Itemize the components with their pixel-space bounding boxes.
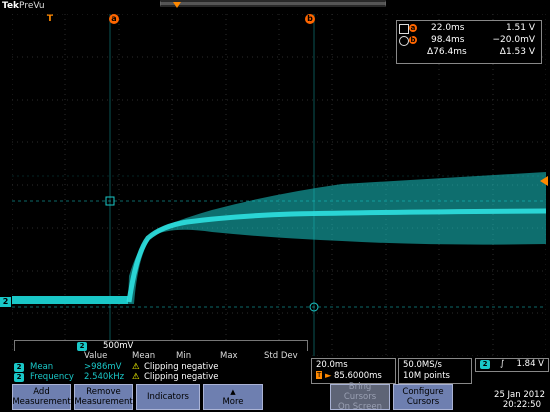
measurement-panel: Value Mean Min Max Std Dev 2 Mean >986mV… — [8, 351, 308, 383]
button-label-2: Measurement — [74, 397, 133, 407]
cursor-b-marker[interactable]: b — [305, 14, 315, 24]
sample-rate: 50.0MS/s — [403, 360, 442, 370]
measurement-status: Clipping negative — [144, 372, 219, 382]
record-length: 10M points — [403, 371, 450, 381]
channel-badge: 2 — [14, 363, 24, 372]
trigger-marker-icon[interactable]: T — [45, 14, 55, 24]
header-std-dev: Std Dev — [264, 351, 298, 361]
measurement-value: 2.540kHz — [84, 372, 125, 382]
remove-measurement-button[interactable]: Remove Measurement — [74, 384, 133, 410]
measurement-row[interactable]: 2 Frequency 2.540kHz ⚠ Clipping negative — [8, 372, 308, 383]
button-label-2: Cursors — [343, 392, 377, 402]
brand-name: Tek — [2, 1, 20, 11]
configure-cursors-button[interactable]: Configure Cursors — [393, 384, 453, 410]
button-label-1: Bring — [348, 382, 372, 392]
chevron-up-icon: ▲ — [230, 388, 236, 396]
brand-label: TekPreVu — [2, 1, 45, 11]
button-label-1: Add — [33, 387, 50, 397]
acquisition-readout[interactable]: 50.0MS/s 10M points — [398, 358, 472, 384]
square-icon — [399, 24, 409, 34]
arrow-right-icon: ► — [325, 371, 332, 381]
date-label: 25 Jan 2012 — [494, 390, 545, 400]
timebase-readout[interactable]: 20.0ms T ► 85.6000ms — [311, 358, 396, 384]
cursor-a-value: 1.51 V — [505, 23, 535, 33]
header-max: Max — [220, 351, 238, 361]
waveform-baseline — [12, 296, 128, 304]
button-label-1: Indicators — [147, 392, 189, 402]
datetime-readout: 25 Jan 2012 20:22:50 — [475, 373, 547, 410]
add-measurement-button[interactable]: Add Measurement — [12, 384, 71, 410]
cursor-b-value: −20.0mV — [492, 35, 535, 45]
channel-badge: 2 — [14, 373, 24, 382]
cursor-a-badge: a — [409, 24, 417, 32]
cursor-a-row: a 22.0ms 1.51 V — [397, 22, 541, 34]
channel-badge: 2 — [77, 342, 87, 351]
waveform-envelope — [128, 172, 546, 304]
time-per-div: 20.0ms — [316, 360, 348, 370]
bring-cursors-on-screen-button[interactable]: Bring Cursors On Screen — [330, 382, 390, 412]
rising-edge-icon: ∫ — [500, 359, 505, 369]
trigger-position-icon — [173, 2, 181, 8]
mode-label: PreVu — [19, 1, 45, 11]
cursor-b-badge: b — [409, 36, 417, 44]
more-button[interactable]: ▲ More — [203, 384, 263, 410]
time-label: 20:22:50 — [502, 400, 541, 410]
trigger-readout[interactable]: 2 ∫ 1.84 V — [475, 358, 549, 372]
indicators-button[interactable]: Indicators — [136, 384, 200, 410]
cursor-delta-row: Δ76.4ms Δ1.53 V — [397, 46, 541, 58]
trigger-position-icon: T — [316, 371, 323, 379]
cursor-delta-value: Δ1.53 V — [499, 47, 535, 57]
button-label-3: On Screen — [337, 402, 382, 412]
trigger-level: 1.84 V — [516, 359, 544, 369]
button-label-1: More — [222, 397, 244, 407]
header-mean: Mean — [132, 351, 156, 361]
button-label-2: Measurement — [12, 397, 71, 407]
measurement-name: Frequency — [30, 372, 74, 382]
trigger-source-badge: 2 — [480, 360, 490, 369]
trigger-level-arrow-icon[interactable] — [540, 176, 548, 186]
circle-icon — [399, 36, 409, 46]
button-label-1: Configure — [402, 387, 444, 397]
record-overview-bar — [160, 0, 386, 7]
cursor-readout-panel: a 22.0ms 1.51 V b 98.4ms −20.0mV Δ76.4ms… — [396, 20, 542, 64]
cursor-a-time: 22.0ms — [431, 23, 465, 33]
header-value: Value — [84, 351, 108, 361]
cursor-delta-time: Δ76.4ms — [427, 47, 467, 57]
button-label-2: Cursors — [406, 397, 440, 407]
warning-icon: ⚠ — [132, 372, 140, 382]
cursor-b-row: b 98.4ms −20.0mV — [397, 34, 541, 46]
cursor-a-marker[interactable]: a — [109, 14, 119, 24]
button-label-1: Remove — [86, 387, 121, 397]
channel-2-marker[interactable]: 2 — [0, 297, 11, 307]
waveform-display[interactable] — [12, 14, 546, 356]
volts-per-div: 500mV — [103, 341, 134, 351]
cursor-b-time: 98.4ms — [431, 35, 465, 45]
horizontal-position: 85.6000ms — [334, 371, 382, 381]
header-min: Min — [176, 351, 192, 361]
